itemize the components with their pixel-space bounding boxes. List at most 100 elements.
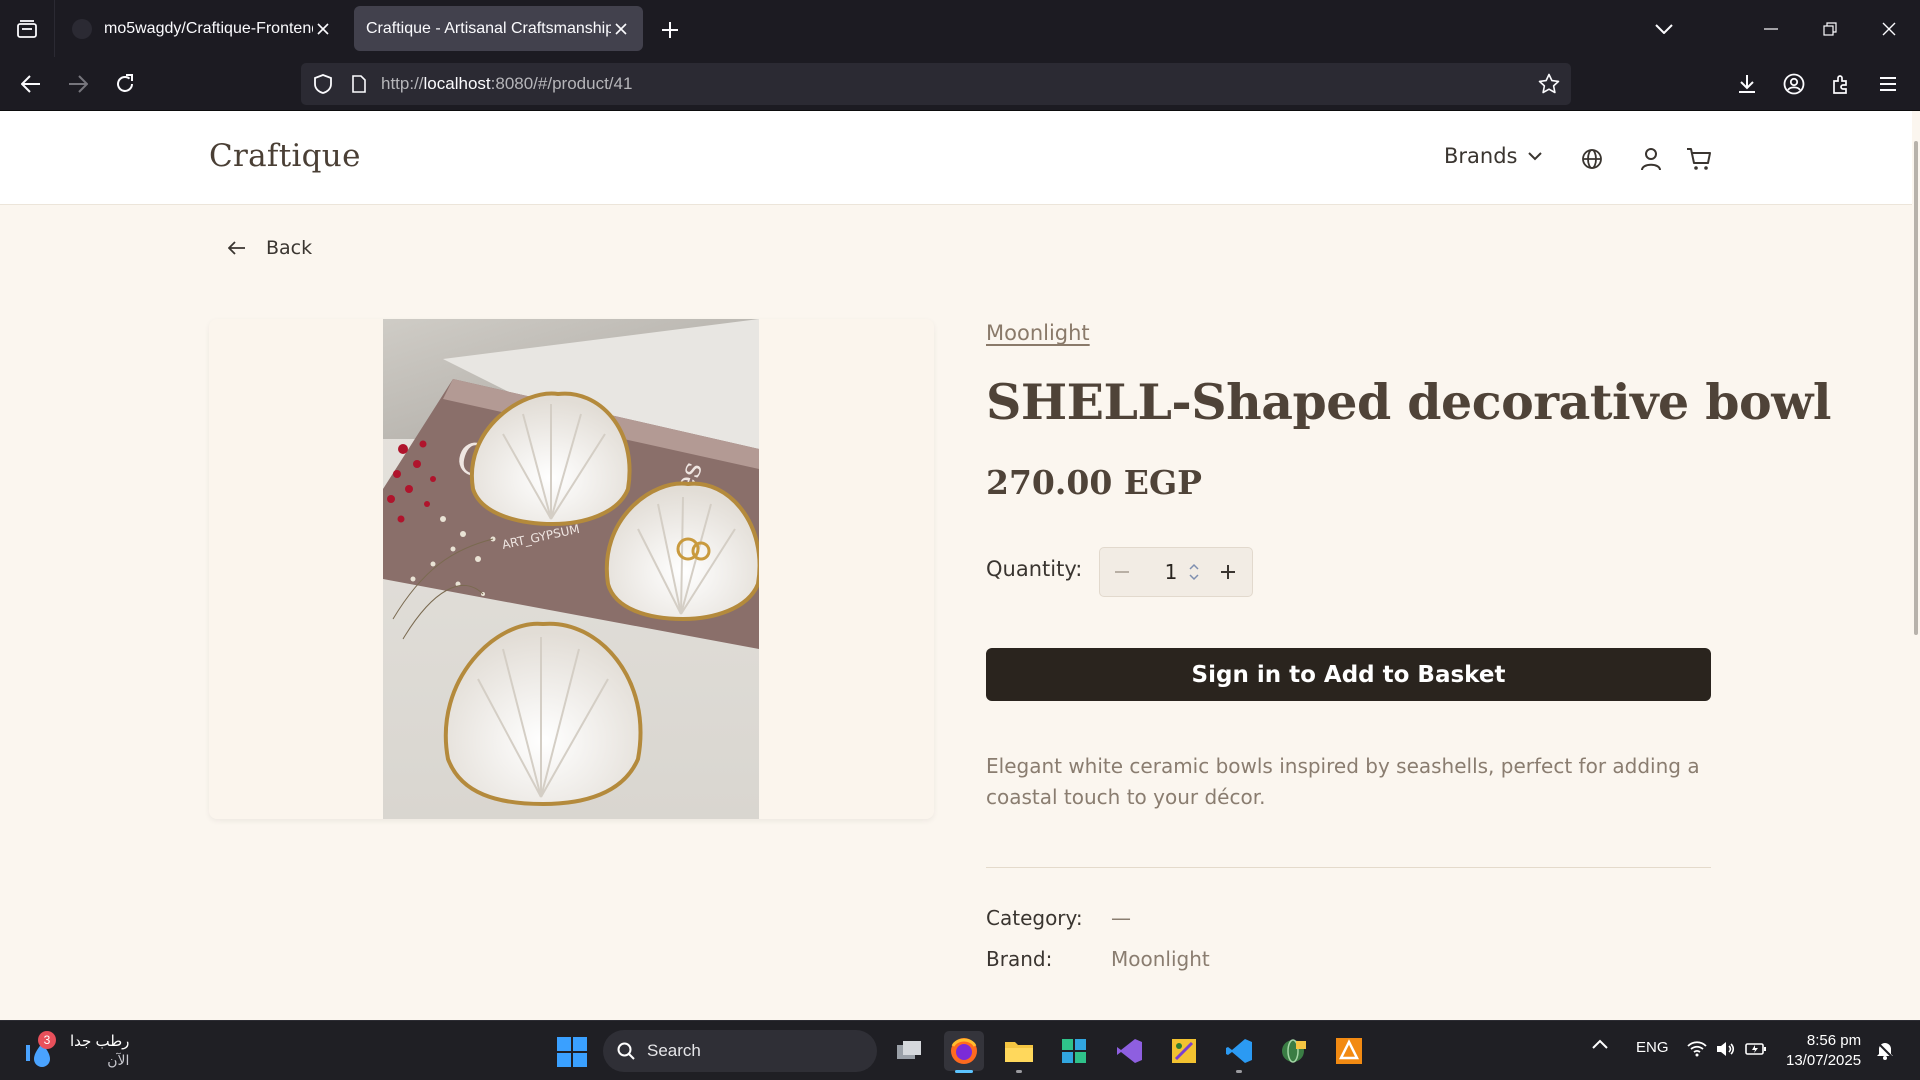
new-tab-button[interactable]: [654, 14, 686, 46]
quantity-spinner[interactable]: [1186, 560, 1202, 584]
taskbar-app-yellow[interactable]: [1164, 1031, 1204, 1071]
reload-icon: [117, 74, 133, 92]
github-icon: [72, 18, 92, 39]
increase-quantity-button[interactable]: [1216, 560, 1240, 584]
sign-in-to-add-to-basket-button[interactable]: Sign in to Add to Basket: [986, 648, 1711, 701]
wifi-icon: [1687, 1041, 1707, 1057]
account-button[interactable]: [1776, 66, 1812, 102]
search-icon: [617, 1042, 635, 1060]
quantity-input[interactable]: 1: [1156, 560, 1186, 584]
brand-value: Moonlight: [1111, 947, 1210, 971]
weather-icon: 3: [20, 1031, 60, 1071]
minimize-icon: [1764, 27, 1778, 30]
active-indicator: [955, 1070, 973, 1073]
close-icon: [615, 22, 627, 35]
back-button[interactable]: [13, 66, 49, 102]
url-text[interactable]: http://localhost:8080/#/product/41: [381, 74, 632, 94]
forward-button[interactable]: [60, 66, 96, 102]
decrease-quantity-button[interactable]: [1110, 560, 1134, 584]
weather-text: رطب جدا الآن: [70, 1033, 129, 1069]
taskbar-clock[interactable]: 8:56 pm 13/07/2025: [1786, 1031, 1861, 1071]
firefox-icon: [951, 1038, 977, 1064]
taskbar-app-orange[interactable]: [1329, 1031, 1369, 1071]
volume-control[interactable]: [1716, 1041, 1736, 1057]
restore-button[interactable]: [1801, 0, 1859, 57]
cart-button[interactable]: [1685, 145, 1713, 173]
notifications-button[interactable]: [1875, 1040, 1895, 1060]
downloads-button[interactable]: [1729, 66, 1765, 102]
bookmark-star-button[interactable]: [1537, 72, 1561, 96]
product-description: Elegant white ceramic bowls inspired by …: [986, 754, 1700, 809]
weather-widget[interactable]: 3 رطب جدا الآن: [20, 1031, 129, 1071]
taskbar-vscode[interactable]: [1219, 1031, 1259, 1073]
app-grid-icon: [1062, 1039, 1086, 1063]
task-view-button[interactable]: [889, 1031, 929, 1071]
page-info-icon[interactable]: [347, 72, 371, 96]
user-account-button[interactable]: [1637, 145, 1665, 173]
notification-bell-icon: [1876, 1041, 1894, 1060]
back-link[interactable]: Back: [228, 237, 312, 259]
globe-icon: [1582, 149, 1602, 169]
scrollbar-thumb[interactable]: [1914, 141, 1918, 635]
battery-icon: [1745, 1043, 1766, 1055]
tab-title: mo5wagdy/Craftique-Frontend: [104, 19, 313, 37]
cart-icon: [1687, 148, 1711, 170]
browser-tab-craftique[interactable]: Craftique - Artisanal Craftsmanship for: [354, 6, 643, 51]
windows-logo-icon: [557, 1037, 587, 1067]
download-icon: [1739, 75, 1755, 93]
show-hidden-icons-button[interactable]: [1592, 1039, 1608, 1049]
brands-dropdown[interactable]: Brands: [1444, 144, 1542, 168]
chevron-up-icon: [1592, 1039, 1608, 1049]
close-tab-button[interactable]: [313, 19, 333, 39]
window-close-button[interactable]: [1860, 0, 1918, 57]
tab-overview-button[interactable]: [0, 0, 55, 57]
page-scrollbar[interactable]: [1912, 111, 1920, 1020]
taskbar-file-explorer[interactable]: [999, 1031, 1039, 1073]
puzzle-icon: [1833, 75, 1847, 94]
site-header: Craftique Brands: [0, 111, 1912, 205]
tracking-protection-shield-icon[interactable]: [311, 72, 335, 96]
weather-condition: رطب جدا: [70, 1033, 130, 1050]
hamburger-menu-icon: [1880, 77, 1896, 91]
back-label: Back: [266, 237, 313, 259]
minus-icon: [1115, 571, 1129, 573]
extensions-button[interactable]: [1823, 66, 1859, 102]
close-tab-button[interactable]: [611, 19, 631, 39]
minimize-button[interactable]: [1742, 0, 1800, 57]
brand-label: Brand:: [986, 947, 1053, 971]
list-all-tabs-button[interactable]: [1648, 14, 1680, 44]
app-menu-button[interactable]: [1870, 66, 1906, 102]
product-image[interactable]: OGUE ales ART_GYPSUM: [383, 319, 759, 819]
taskbar-app-green[interactable]: [1054, 1031, 1094, 1071]
start-button[interactable]: [556, 1036, 588, 1068]
windows-taskbar: 3 رطب جدا الآن Search ENG 8:56 pm 13/07/…: [0, 1020, 1920, 1080]
task-view-icon: [897, 1041, 921, 1059]
tab-title: Craftique - Artisanal Craftsmanship for: [366, 19, 611, 37]
taskbar-app-globe[interactable]: [1274, 1031, 1314, 1071]
weather-time: الآن: [107, 1052, 130, 1068]
running-indicator: [1236, 1070, 1242, 1073]
running-indicator: [1016, 1070, 1022, 1073]
chevron-down-icon: [1527, 151, 1542, 160]
input-language-indicator[interactable]: ENG: [1636, 1039, 1669, 1056]
search-label: Search: [647, 1041, 701, 1060]
taskbar-visual-studio[interactable]: [1109, 1031, 1149, 1071]
address-bar[interactable]: http://localhost:8080/#/product/41: [301, 63, 1571, 105]
star-icon: [1538, 73, 1560, 94]
reload-button[interactable]: [107, 66, 143, 102]
app-orange-icon: [1336, 1038, 1362, 1064]
divider: [986, 867, 1711, 868]
category-row: Category: —: [986, 906, 1131, 930]
product-price: 270.00 EGP: [986, 463, 1202, 502]
url-host: localhost: [423, 74, 491, 93]
site-logo[interactable]: Craftique: [209, 138, 361, 174]
product-brand-link[interactable]: Moonlight: [986, 321, 1090, 345]
language-button[interactable]: [1578, 145, 1606, 173]
network-status[interactable]: [1687, 1041, 1707, 1057]
taskbar-firefox[interactable]: [944, 1031, 984, 1073]
browser-tab-github[interactable]: mo5wagdy/Craftique-Frontend: [60, 6, 345, 51]
url-scheme: http://: [381, 74, 424, 93]
battery-status[interactable]: [1745, 1041, 1767, 1057]
restore-icon: [1823, 21, 1837, 36]
taskbar-search[interactable]: Search: [603, 1030, 877, 1072]
